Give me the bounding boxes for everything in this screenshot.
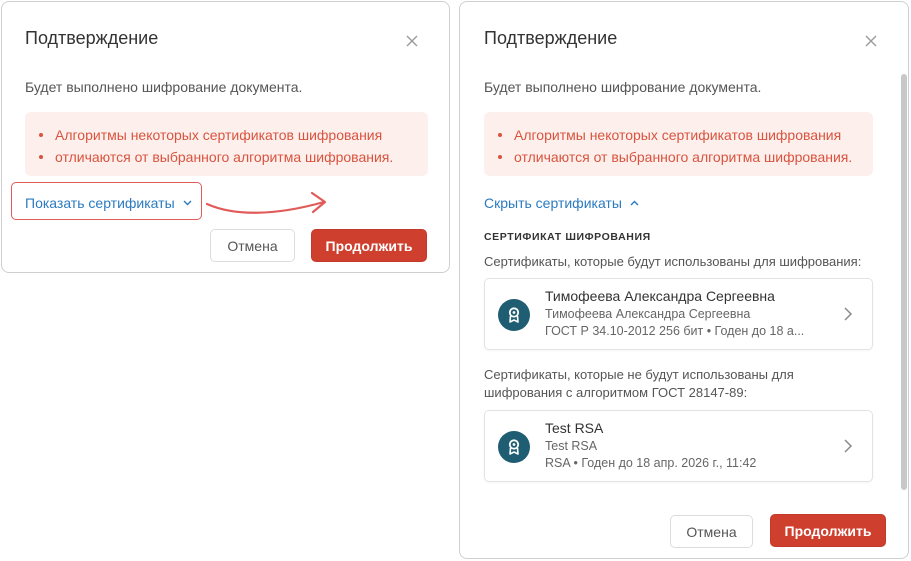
- caption-line: шифрования с алгоритмом ГОСТ 28147-89:: [484, 385, 748, 400]
- warning-alert: Алгоритмы некоторых сертификатов шифрова…: [25, 112, 428, 176]
- alert-line-continued: отличаются от выбранного алгоритма шифро…: [39, 146, 412, 168]
- dialog-title: Подтверждение: [484, 28, 618, 48]
- chevron-right-icon: [842, 305, 854, 323]
- warning-alert: Алгоритмы некоторых сертификатов шифрова…: [484, 112, 873, 176]
- confirmation-dialog-expanded: Подтверждение Будет выполнено шифрование…: [459, 1, 909, 559]
- continue-button[interactable]: Продолжить: [770, 514, 886, 547]
- alert-line: Алгоритмы некоторых сертификатов шифрова…: [498, 124, 857, 146]
- close-icon[interactable]: [863, 33, 879, 49]
- certificate-details: RSA • Годен до 18 апр. 2026 г., 11:42: [545, 456, 757, 470]
- scrollbar[interactable]: [901, 74, 907, 490]
- dialog-title: Подтверждение: [25, 28, 159, 48]
- chevron-up-icon: [630, 198, 639, 209]
- certificate-icon: [498, 431, 530, 463]
- alert-line-continued: отличаются от выбранного алгоритма шифро…: [498, 146, 857, 168]
- cancel-button[interactable]: Отмена: [670, 515, 753, 548]
- dialog-description: Будет выполнено шифрование документа.: [25, 79, 303, 95]
- certificate-card[interactable]: Тимофеева Александра Сергеевна Тимофеева…: [484, 278, 873, 350]
- toggle-highlight-annotation: [11, 182, 202, 220]
- certificate-subject: Test RSA: [545, 439, 598, 453]
- certificate-card[interactable]: Test RSA Test RSA RSA • Годен до 18 апр.…: [484, 410, 873, 482]
- hide-certificates-toggle[interactable]: Скрыть сертификаты: [484, 195, 639, 211]
- alert-line-text: отличаются от выбранного алгоритма шифро…: [55, 149, 394, 165]
- toggle-label: Скрыть сертификаты: [484, 195, 622, 211]
- certificate-details: ГОСТ Р 34.10-2012 256 бит • Годен до 18 …: [545, 324, 805, 338]
- caption-line: Сертификаты, которые не будут использова…: [484, 367, 794, 382]
- certificate-subject: Тимофеева Александра Сергеевна: [545, 307, 751, 321]
- certificate-icon: [498, 299, 530, 331]
- chevron-right-icon: [842, 437, 854, 455]
- used-certificates-caption: Сертификаты, которые будут использованы …: [484, 254, 862, 269]
- confirmation-dialog-collapsed: Подтверждение Будет выполнено шифрование…: [1, 1, 450, 273]
- certificate-name: Тимофеева Александра Сергеевна: [545, 288, 775, 304]
- cancel-button[interactable]: Отмена: [210, 229, 295, 262]
- alert-line-text: отличаются от выбранного алгоритма шифро…: [514, 149, 853, 165]
- dialog-description: Будет выполнено шифрование документа.: [484, 79, 762, 95]
- certificate-name: Test RSA: [545, 420, 604, 436]
- arrow-right-icon: [204, 186, 332, 223]
- close-icon[interactable]: [404, 33, 420, 49]
- unused-certificates-caption: Сертификаты, которые не будут использова…: [484, 366, 794, 402]
- continue-button[interactable]: Продолжить: [311, 229, 427, 262]
- alert-line: Алгоритмы некоторых сертификатов шифрова…: [39, 124, 412, 146]
- section-heading: СЕРТИФИКАТ ШИФРОВАНИЯ: [484, 231, 651, 243]
